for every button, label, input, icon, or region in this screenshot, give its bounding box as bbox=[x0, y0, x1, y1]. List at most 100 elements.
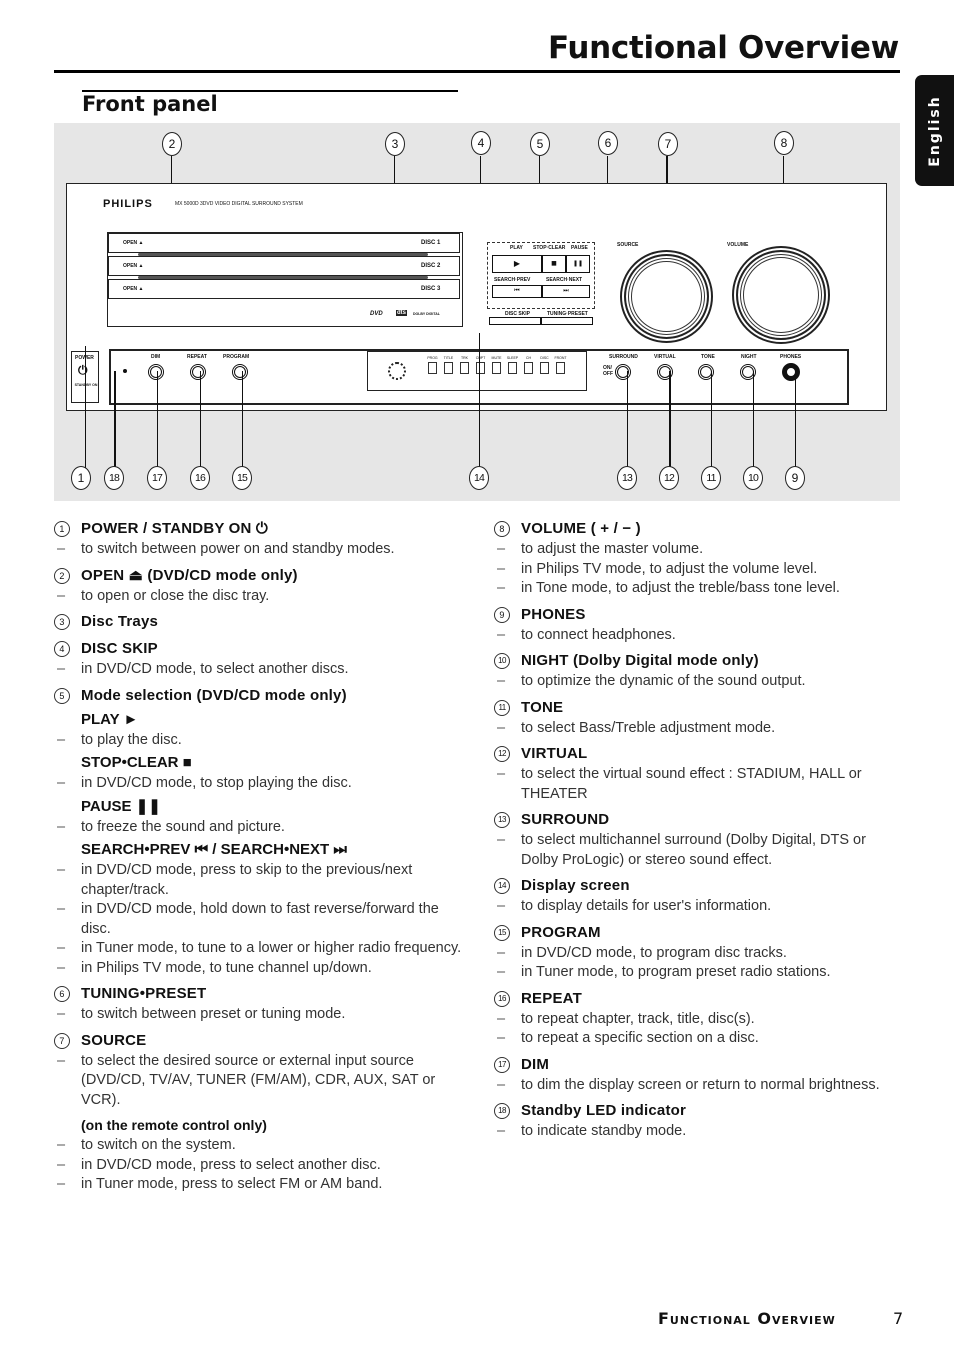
description-line: to select the virtual sound effect : STA… bbox=[494, 765, 904, 804]
display-digit bbox=[524, 362, 533, 374]
volume-knob[interactable] bbox=[732, 246, 830, 344]
display-segment-label: TITLE bbox=[443, 356, 454, 360]
display-segment-label: TRK bbox=[461, 356, 468, 360]
entry-number: 5 bbox=[54, 687, 70, 704]
description-line: to connect headphones. bbox=[494, 626, 904, 646]
callout-16: 16 bbox=[190, 466, 210, 490]
disc-skip-button[interactable] bbox=[489, 317, 541, 325]
entry-title: 6 TUNING•PRESET bbox=[54, 983, 464, 1005]
entry-title: 7 SOURCE bbox=[54, 1030, 464, 1052]
front-panel-figure: 2 3 4 5 6 7 8 PHILIPS MX 5000D 3DVD VIDE… bbox=[54, 123, 900, 501]
surround-button[interactable] bbox=[615, 364, 631, 380]
entry-9: 9 PHONES to connect headphones. bbox=[494, 604, 904, 646]
description-line: to select Bass/Treble adjustment mode. bbox=[494, 719, 904, 739]
entry-title: 3 Disc Trays bbox=[54, 611, 464, 633]
callout-4: 4 bbox=[471, 131, 491, 155]
stop-label: STOP·CLEAR bbox=[533, 245, 566, 251]
entry-title: 4 DISC SKIP bbox=[54, 638, 464, 660]
entry-number: 17 bbox=[494, 1056, 510, 1073]
play-button[interactable]: ▶ bbox=[492, 255, 542, 273]
entry-number: 13 bbox=[494, 812, 510, 828]
phones-jack[interactable] bbox=[782, 363, 800, 381]
description-line: in Tuner mode, to program preset radio s… bbox=[494, 963, 904, 983]
pause-icon: ❚❚ bbox=[572, 260, 584, 267]
tuning-preset-button[interactable] bbox=[541, 317, 593, 325]
receiver-front-panel: PHILIPS MX 5000D 3DVD VIDEO DIGITAL SURR… bbox=[66, 183, 887, 411]
stop-button[interactable]: ■ bbox=[542, 255, 566, 273]
entry-title: 13 SURROUND bbox=[494, 809, 904, 831]
entry-11: 11 TONE to select Bass/Treble adjustment m… bbox=[494, 697, 904, 739]
entry-title-text: SURROUND bbox=[521, 811, 610, 828]
display-digit bbox=[556, 362, 565, 374]
source-knob[interactable] bbox=[620, 250, 713, 343]
tone-label: TONE bbox=[701, 354, 715, 360]
pause-button[interactable]: ❚❚ bbox=[566, 255, 590, 273]
entry-title-text: VOLUME ( + / − ) bbox=[521, 520, 641, 537]
entry-title-text: NIGHT (Dolby Digital mode only) bbox=[521, 652, 759, 669]
right-column: 8 VOLUME ( + / − ) to adjust the master vo… bbox=[494, 518, 904, 1147]
disc-tray-1[interactable]: OPEN ▲ DISC 1 bbox=[108, 233, 460, 253]
transport-group: PLAY STOP·CLEAR PAUSE ▶ ■ ❚❚ SEARCH·PREV… bbox=[487, 242, 595, 309]
entry-7: 7 SOURCE to select the desired source or e… bbox=[54, 1030, 464, 1195]
callout-13: 13 bbox=[617, 466, 637, 490]
display-segment: DISC bbox=[538, 356, 551, 374]
description-line: in Philips TV mode, to adjust the volume… bbox=[494, 560, 904, 580]
dim-button[interactable] bbox=[148, 364, 164, 380]
entry-18: 18 Standby LED indicator to indicate stand… bbox=[494, 1100, 904, 1142]
section-title: Front panel bbox=[82, 92, 218, 116]
repeat-button[interactable] bbox=[190, 364, 206, 380]
dts-logo: dts bbox=[396, 310, 407, 316]
description-line: to freeze the sound and picture. bbox=[54, 818, 464, 838]
entry-4: 4 DISC SKIP in DVD/CD mode, to select anot… bbox=[54, 638, 464, 680]
program-button[interactable] bbox=[232, 364, 248, 380]
description-line: in Tuner mode, press to select FM or AM … bbox=[54, 1175, 464, 1195]
description-line: to repeat a specific section on a disc. bbox=[494, 1029, 904, 1049]
display-segment-label: SLEEP bbox=[506, 356, 519, 360]
disc-label: DISC 1 bbox=[421, 240, 441, 246]
callout-2: 2 bbox=[162, 132, 182, 156]
left-column: 1 POWER / STANDBY ON ⏻ to switch between p… bbox=[54, 518, 464, 1200]
search-prev-label: SEARCH·PREV bbox=[494, 277, 531, 283]
dim-label: DIM bbox=[151, 354, 161, 360]
entry-number: 14 bbox=[494, 878, 510, 894]
entry-title: 8 VOLUME ( + / − ) bbox=[494, 518, 904, 540]
description-line: to optimize the dynamic of the sound out… bbox=[494, 672, 904, 692]
entry-title-text: REPEAT bbox=[521, 989, 582, 1007]
entry-number: 7 bbox=[54, 1032, 70, 1049]
callout-7: 7 bbox=[658, 132, 678, 156]
entry-8: 8 VOLUME ( + / − ) to adjust the master vo… bbox=[494, 518, 904, 599]
sub-title: PLAY ► bbox=[81, 710, 139, 728]
display-segment: CH bbox=[522, 356, 535, 374]
entry-title-text: TUNING•PRESET bbox=[81, 985, 207, 1002]
language-tab-label: English bbox=[926, 94, 943, 167]
search-next-button[interactable]: ⏭ bbox=[542, 285, 590, 298]
entry-title: 16 REPEAT bbox=[494, 988, 904, 1010]
entry-13: 13 SURROUND to select multichannel surroun… bbox=[494, 809, 904, 870]
disc-tray-block: OPEN ▲ DISC 1 OPEN ▲ DISC 2 OPEN ▲ DISC … bbox=[107, 232, 463, 327]
leader-14 bbox=[479, 333, 480, 472]
entry-15: 15 PROGRAM in DVD/CD mode, to program disc… bbox=[494, 922, 904, 983]
entry-number: 11 bbox=[494, 699, 510, 716]
description-line: to adjust the master volume. bbox=[494, 540, 904, 560]
display-digit bbox=[476, 362, 485, 374]
description-line: in Philips TV mode, to tune channel up/d… bbox=[54, 959, 464, 979]
leader-15 bbox=[242, 371, 243, 472]
search-prev-button[interactable]: ⏮ bbox=[492, 285, 542, 298]
leader-1 bbox=[85, 346, 86, 472]
disc-tray-2[interactable]: OPEN ▲ DISC 2 bbox=[108, 256, 460, 276]
night-label: NIGHT bbox=[741, 354, 757, 360]
power-icon[interactable]: ⏻ bbox=[78, 363, 88, 378]
sub-title: STOP•CLEAR ■ bbox=[81, 754, 192, 771]
description-line: to switch between preset or tuning mode. bbox=[54, 1005, 464, 1025]
entry-16: 16 REPEAT to repeat chapter, track, title,… bbox=[494, 988, 904, 1049]
leader-13 bbox=[627, 371, 628, 472]
description-line: to open or close the disc tray. bbox=[54, 587, 464, 607]
disc-tray-3[interactable]: OPEN ▲ DISC 3 bbox=[108, 279, 460, 299]
description-line: in DVD/CD mode, press to select another … bbox=[54, 1156, 464, 1176]
entry-number: 10 bbox=[494, 653, 510, 669]
display-segment: PROG bbox=[426, 356, 439, 374]
surround-onoff-label: ON/ OFF bbox=[603, 365, 613, 377]
display-digit bbox=[460, 362, 469, 374]
leader-17 bbox=[157, 371, 158, 472]
entry-6: 6 TUNING•PRESET to switch between preset o… bbox=[54, 983, 464, 1025]
